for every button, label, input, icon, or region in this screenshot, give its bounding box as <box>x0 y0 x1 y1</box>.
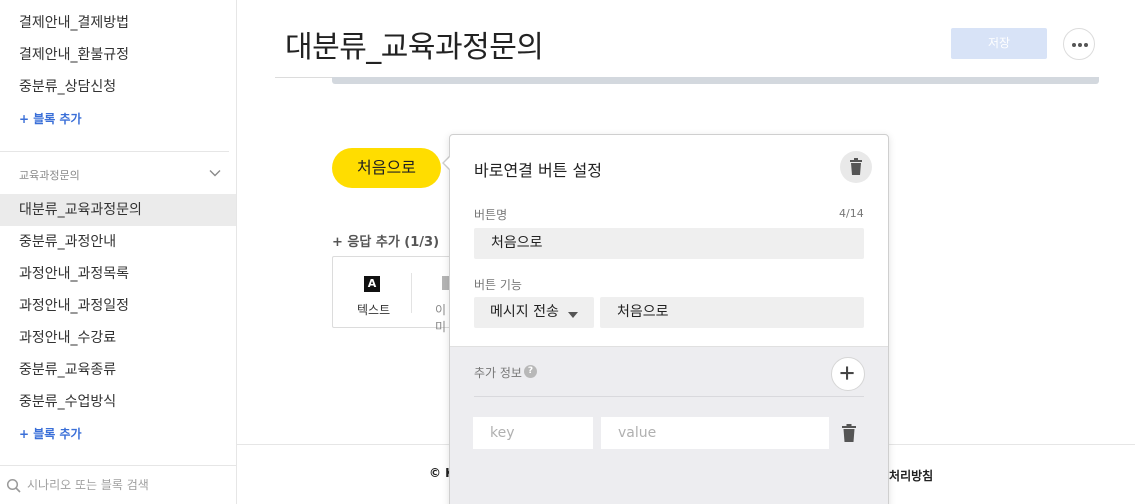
sidebar-item-label: 결제안내_환불규정 <box>19 47 130 63</box>
more-dot-icon <box>1072 43 1076 47</box>
button-name-input[interactable]: 처음으로 <box>474 228 864 259</box>
caret-down-icon[interactable] <box>568 312 578 318</box>
function-value-input[interactable]: 처음으로 <box>600 297 864 328</box>
delete-button[interactable] <box>840 151 872 183</box>
trash-icon <box>850 158 862 175</box>
button-name-label: 버튼명 <box>474 208 508 222</box>
sidebar-item-label: 과정안내_수강료 <box>19 330 117 346</box>
sidebar-item[interactable]: 중분류_상담신청 <box>0 71 236 103</box>
content-top-bar <box>332 77 1099 84</box>
text-type-icon[interactable]: A <box>364 276 380 292</box>
sidebar-item-label: 중분류_수업방식 <box>19 394 117 410</box>
sidebar-item[interactable]: 결제안내_환불규정 <box>0 39 236 71</box>
sidebar-item-label: 중분류_교육종류 <box>19 362 117 378</box>
sidebar-item[interactable]: 결제안내_결제방법 <box>0 7 236 39</box>
sidebar-divider <box>0 151 229 152</box>
more-options-button[interactable] <box>1063 28 1095 60</box>
sidebar-item[interactable]: 과정안내_과정목록 <box>0 258 236 290</box>
sidebar-group-label: 교육과정문의 <box>19 169 80 182</box>
text-type-label[interactable]: 텍스트 <box>357 301 390 318</box>
sidebar-item-label: 결제안내_결제방법 <box>19 15 130 31</box>
type-separator <box>411 273 412 313</box>
sidebar-item[interactable]: 중분류_수업방식 <box>0 386 236 418</box>
sidebar-item[interactable]: 과정안내_수강료 <box>0 322 236 354</box>
sidebar-item-label: 중분류_상담신청 <box>19 79 117 95</box>
key-input[interactable] <box>473 417 593 449</box>
sidebar-item[interactable]: 중분류_과정안내 <box>0 226 236 258</box>
char-counter: 4/14 <box>839 207 864 220</box>
sidebar-item-label: 중분류_과정안내 <box>19 234 117 250</box>
extra-info-label: 추가 정보 <box>474 366 522 380</box>
panel-title: 바로연결 버튼 설정 <box>474 161 602 180</box>
quick-reply-settings-panel: 바로연결 버튼 설정 버튼명 4/14 처음으로 버튼 기능 메시지 전송 처음… <box>449 134 889 504</box>
more-dot-icon <box>1078 43 1082 47</box>
add-response-link[interactable]: + 응답 추가 (1/3) <box>332 231 439 250</box>
button-function-label: 버튼 기능 <box>474 278 522 292</box>
search-input[interactable] <box>27 474 227 496</box>
save-button[interactable]: 저장 <box>951 28 1047 59</box>
chevron-down-icon[interactable] <box>208 166 222 180</box>
sidebar-item-label: 대분류_교육과정문의 <box>19 202 142 218</box>
more-dot-icon <box>1084 43 1088 47</box>
sidebar-item-active[interactable]: 대분류_교육과정문의 <box>0 194 236 226</box>
extra-divider <box>474 396 864 397</box>
add-block-link[interactable]: + 블록 추가 <box>19 425 82 442</box>
page-title: 대분류_교육과정문의 <box>285 30 544 65</box>
extra-info-section: 추가 정보 ? <box>450 346 888 504</box>
value-input[interactable] <box>601 417 829 449</box>
search-icon <box>6 478 21 493</box>
trash-icon[interactable] <box>839 423 859 443</box>
sidebar: 결제안내_결제방법 결제안내_환불규정 중분류_상담신청 + 블록 추가 교육과… <box>0 0 237 504</box>
sidebar-item-label: 과정안내_과정목록 <box>19 266 130 282</box>
response-type-picker: A 텍스트 이미 <box>332 256 456 334</box>
add-extra-button[interactable] <box>831 357 865 391</box>
sidebar-item[interactable]: 과정안내_과정일정 <box>0 290 236 322</box>
sidebar-item[interactable]: 중분류_교육종류 <box>0 354 236 386</box>
panel-arrow-inner <box>444 156 451 170</box>
sidebar-search <box>0 465 236 504</box>
quick-reply-button[interactable]: 처음으로 <box>332 148 441 188</box>
plus-icon <box>840 366 854 380</box>
sidebar-item-label: 과정안내_과정일정 <box>19 298 130 314</box>
add-block-link[interactable]: + 블록 추가 <box>19 110 82 127</box>
help-icon[interactable]: ? <box>524 365 537 378</box>
